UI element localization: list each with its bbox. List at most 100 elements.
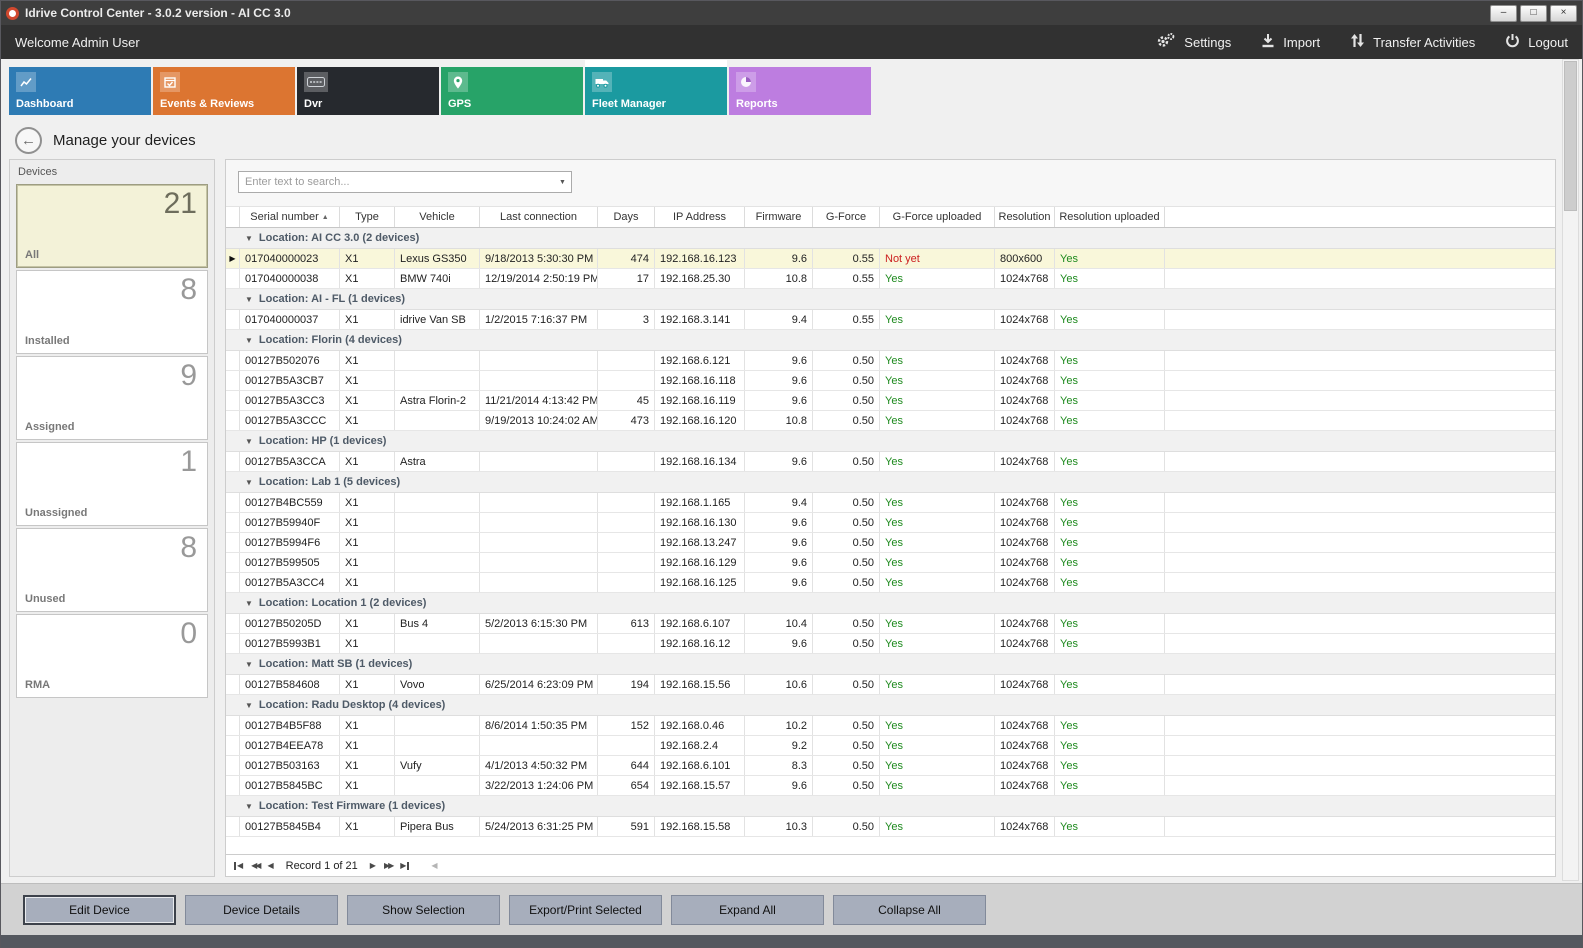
tab-fleet-manager[interactable]: Fleet Manager (585, 67, 727, 115)
group-collapse-icon[interactable]: ▼ (245, 660, 253, 669)
group-row[interactable]: ▼Location: AI - FL (1 devices) (226, 289, 1555, 310)
table-row[interactable]: ▶017040000023X1Lexus GS3509/18/2013 5:30… (226, 249, 1555, 269)
minimize-button[interactable]: – (1490, 5, 1517, 22)
vertical-scrollbar[interactable] (1562, 59, 1579, 881)
collapse-all-button[interactable]: Collapse All (833, 895, 986, 925)
cell-firmware: 10.2 (745, 716, 813, 735)
column-header-days[interactable]: Days (598, 207, 655, 227)
group-row[interactable]: ▼Location: Matt SB (1 devices) (226, 654, 1555, 675)
cell-resolution_uploaded: Yes (1055, 391, 1165, 410)
column-header-gforce[interactable]: G-Force (813, 207, 880, 227)
column-header-ip[interactable]: IP Address (655, 207, 745, 227)
pager-scroll-left-icon[interactable]: ◀ (431, 862, 437, 870)
column-header-gforce_uploaded[interactable]: G-Force uploaded (880, 207, 995, 227)
pager-prev-icon[interactable]: ◀ (267, 862, 273, 870)
group-row[interactable]: ▼Location: Radu Desktop (4 devices) (226, 695, 1555, 716)
group-collapse-icon[interactable]: ▼ (245, 437, 253, 446)
cell-type: X1 (340, 411, 395, 430)
table-row[interactable]: 017040000038X1BMW 740i12/19/2014 2:50:19… (226, 269, 1555, 289)
group-row[interactable]: ▼Location: HP (1 devices) (226, 431, 1555, 452)
cell-ip: 192.168.16.123 (655, 249, 745, 268)
close-button[interactable]: × (1550, 5, 1577, 22)
group-collapse-icon[interactable]: ▼ (245, 295, 253, 304)
table-row[interactable]: 00127B4B5F88X18/6/2014 1:50:35 PM152192.… (226, 716, 1555, 736)
group-collapse-icon[interactable]: ▼ (245, 802, 253, 811)
tab-dvr[interactable]: Dvr (297, 67, 439, 115)
table-row[interactable]: 00127B5845B4X1Pipera Bus5/24/2013 6:31:2… (226, 817, 1555, 837)
tab-dashboard[interactable]: Dashboard (9, 67, 151, 115)
pager-prev-page-icon[interactable]: ◀◀ (251, 862, 259, 870)
device-details-button[interactable]: Device Details (185, 895, 338, 925)
pager-first-icon[interactable]: ◀ (234, 862, 243, 870)
table-row[interactable]: 00127B599505X1192.168.16.1299.60.50Yes10… (226, 553, 1555, 573)
expand-all-button[interactable]: Expand All (671, 895, 824, 925)
table-row[interactable]: 00127B59940FX1192.168.16.1309.60.50Yes10… (226, 513, 1555, 533)
column-header-firmware[interactable]: Firmware (745, 207, 813, 227)
table-row[interactable]: 00127B5A3CCAX1Astra192.168.16.1349.60.50… (226, 452, 1555, 472)
group-collapse-icon[interactable]: ▼ (245, 336, 253, 345)
group-collapse-icon[interactable]: ▼ (245, 234, 253, 243)
table-row[interactable]: 00127B5845BCX13/22/2013 1:24:06 PM654192… (226, 776, 1555, 796)
table-row[interactable]: 00127B584608X1Vovo6/25/2014 6:23:09 PM19… (226, 675, 1555, 695)
chevron-down-icon[interactable]: ▼ (554, 179, 571, 186)
filter-card-unassigned[interactable]: 1 Unassigned (16, 442, 208, 526)
group-row[interactable]: ▼Location: AI CC 3.0 (2 devices) (226, 228, 1555, 249)
table-row[interactable]: 017040000037X1idrive Van SB1/2/2015 7:16… (226, 310, 1555, 330)
tab-events-reviews[interactable]: Events & Reviews (153, 67, 295, 115)
group-row[interactable]: ▼Location: Lab 1 (5 devices) (226, 472, 1555, 493)
column-header-last_connection[interactable]: Last connection (480, 207, 598, 227)
table-row[interactable]: 00127B4BC559X1192.168.1.1659.40.50Yes102… (226, 493, 1555, 513)
table-row[interactable]: 00127B5A3CB7X1192.168.16.1189.60.50Yes10… (226, 371, 1555, 391)
column-header-resolution_uploaded[interactable]: Resolution uploaded (1055, 207, 1165, 227)
cell-last_connection (480, 452, 598, 471)
group-row[interactable]: ▼Location: Florin (4 devices) (226, 330, 1555, 351)
filter-card-all[interactable]: 21 All (16, 184, 208, 268)
window-title: Idrive Control Center - 3.0.2 version - … (25, 6, 291, 20)
table-row[interactable]: 00127B50205DX1Bus 45/2/2013 6:15:30 PM61… (226, 614, 1555, 634)
filter-card-installed[interactable]: 8 Installed (16, 270, 208, 354)
column-header-type[interactable]: Type (340, 207, 395, 227)
scrollbar-thumb[interactable] (1564, 61, 1577, 211)
cell-serial: 00127B4EEA78 (240, 736, 340, 755)
row-indicator (226, 269, 240, 288)
table-row[interactable]: 00127B503163X1Vufy4/1/2013 4:50:32 PM644… (226, 756, 1555, 776)
maximize-button[interactable]: □ (1520, 5, 1547, 22)
export-print-selected-button[interactable]: Export/Print Selected (509, 895, 662, 925)
tab-reports[interactable]: Reports (729, 67, 871, 115)
back-button[interactable]: ← (15, 127, 42, 154)
filter-card-assigned[interactable]: 9 Assigned (16, 356, 208, 440)
table-row[interactable]: 00127B5A3CC4X1192.168.16.1259.60.50Yes10… (226, 573, 1555, 593)
table-row[interactable]: 00127B5A3CCCX19/19/2013 10:24:02 AM47319… (226, 411, 1555, 431)
edit-device-button[interactable]: Edit Device (23, 895, 176, 925)
column-header-serial[interactable]: Serial number▲ (240, 207, 340, 227)
pager-next-page-icon[interactable]: ▶▶ (384, 862, 392, 870)
table-row[interactable]: 00127B502076X1192.168.6.1219.60.50Yes102… (226, 351, 1555, 371)
search-input[interactable] (239, 176, 554, 188)
column-header-resolution[interactable]: Resolution (995, 207, 1055, 227)
show-selection-button[interactable]: Show Selection (347, 895, 500, 925)
cell-days (598, 533, 655, 552)
group-collapse-icon[interactable]: ▼ (245, 599, 253, 608)
group-row[interactable]: ▼Location: Location 1 (2 devices) (226, 593, 1555, 614)
group-collapse-icon[interactable]: ▼ (245, 478, 253, 487)
row-indicator (226, 351, 240, 370)
logout-button[interactable]: Logout (1505, 33, 1568, 51)
pager-next-icon[interactable]: ▶ (370, 862, 376, 870)
row-indicator (226, 817, 240, 836)
table-row[interactable]: 00127B5994F6X1192.168.13.2479.60.50Yes10… (226, 533, 1555, 553)
transfer-activities-button[interactable]: Transfer Activities (1350, 33, 1475, 51)
table-row[interactable]: 00127B5A3CC3X1Astra Florin-211/21/2014 4… (226, 391, 1555, 411)
card-label: RMA (25, 679, 50, 691)
cell-vehicle: Vovo (395, 675, 480, 694)
table-row[interactable]: 00127B5993B1X1192.168.16.129.60.50Yes102… (226, 634, 1555, 654)
group-collapse-icon[interactable]: ▼ (245, 701, 253, 710)
filter-card-unused[interactable]: 8 Unused (16, 528, 208, 612)
import-button[interactable]: Import (1261, 33, 1320, 51)
tab-gps[interactable]: GPS (441, 67, 583, 115)
table-row[interactable]: 00127B4EEA78X1192.168.2.49.20.50Yes1024x… (226, 736, 1555, 756)
settings-button[interactable]: Settings (1156, 32, 1231, 52)
group-row[interactable]: ▼Location: Test Firmware (1 devices) (226, 796, 1555, 817)
column-header-vehicle[interactable]: Vehicle (395, 207, 480, 227)
filter-card-rma[interactable]: 0 RMA (16, 614, 208, 698)
pager-last-icon[interactable]: ▶ (400, 862, 409, 870)
